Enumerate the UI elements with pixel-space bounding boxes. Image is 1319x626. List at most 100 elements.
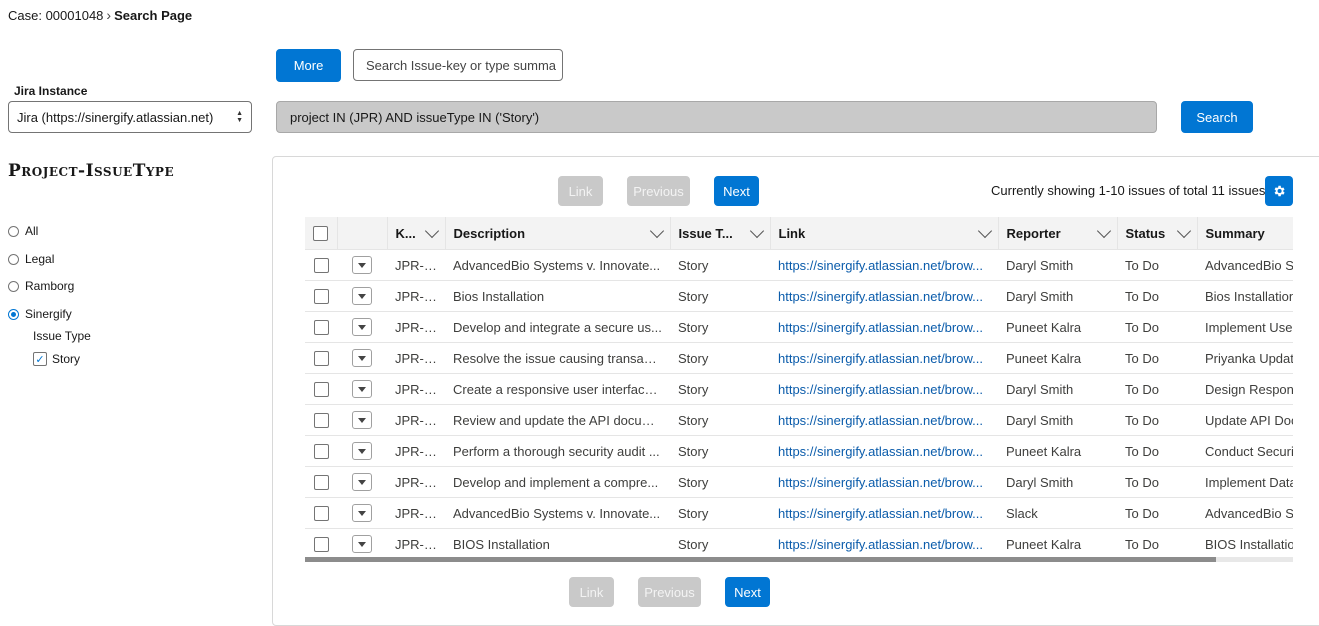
table-row: JPR-41 Review and update the API docum...…	[305, 404, 1293, 436]
row-status: To Do	[1117, 528, 1197, 560]
row-action-cell	[337, 497, 387, 529]
radio-selected-icon[interactable]	[8, 308, 19, 320]
row-menu-chevron-down-icon[interactable]	[352, 256, 372, 274]
next-button-top[interactable]: Next	[714, 176, 759, 206]
chevron-down-icon[interactable]	[977, 223, 992, 238]
radio-label: Ramborg	[25, 279, 75, 293]
column-header-issue-type[interactable]: Issue T...	[670, 217, 771, 250]
row-description: Review and update the API docum...	[445, 404, 670, 436]
row-key: JPR-44	[387, 311, 445, 343]
row-link[interactable]: https://sinergify.atlassian.net/brow...	[770, 280, 998, 312]
row-status: To Do	[1117, 342, 1197, 374]
previous-button-bottom[interactable]: Previous	[638, 577, 701, 607]
row-link[interactable]: https://sinergify.atlassian.net/brow...	[770, 466, 998, 498]
row-menu-chevron-down-icon[interactable]	[352, 380, 372, 398]
table-row: JPR-40 Perform a thorough security audit …	[305, 435, 1293, 467]
issues-table: K... Description Issue T... Link Reporte…	[305, 217, 1293, 561]
link-button-bottom[interactable]: Link	[569, 577, 614, 607]
jql-query-field[interactable]: project IN (JPR) AND issueType IN ('Stor…	[276, 101, 1157, 133]
row-menu-chevron-down-icon[interactable]	[352, 287, 372, 305]
row-menu-chevron-down-icon[interactable]	[352, 535, 372, 553]
row-checkbox[interactable]	[313, 413, 329, 429]
row-menu-chevron-down-icon[interactable]	[352, 349, 372, 367]
chevron-down-icon[interactable]	[1176, 223, 1191, 238]
radio-option-sinergify[interactable]: Sinergify	[8, 307, 72, 321]
row-issue-type: Story	[670, 404, 770, 436]
row-link[interactable]: https://sinergify.atlassian.net/brow...	[770, 249, 998, 281]
radio-option-all[interactable]: All	[8, 224, 38, 238]
row-action-cell	[337, 311, 387, 343]
column-header-reporter[interactable]: Reporter	[998, 217, 1118, 250]
more-button[interactable]: More	[276, 49, 341, 82]
radio-icon[interactable]	[8, 253, 19, 265]
settings-button[interactable]	[1265, 176, 1293, 206]
row-summary: BIOS Installatio	[1197, 528, 1293, 560]
radio-option-ramborg[interactable]: Ramborg	[8, 279, 74, 293]
row-checkbox[interactable]	[313, 475, 329, 491]
radio-label: Sinergify	[25, 307, 72, 321]
row-link[interactable]: https://sinergify.atlassian.net/brow...	[770, 342, 998, 374]
row-checkbox[interactable]	[313, 382, 329, 398]
column-header-link[interactable]: Link	[770, 217, 999, 250]
chevron-down-icon[interactable]	[1096, 223, 1111, 238]
row-action-cell	[337, 404, 387, 436]
checkbox-checked-icon[interactable]: ✓	[33, 352, 47, 366]
row-issue-type: Story	[670, 342, 770, 374]
jira-instance-select[interactable]: Jira (https://sinergify.atlassian.net) ▲…	[8, 101, 252, 133]
column-header-description[interactable]: Description	[445, 217, 671, 250]
row-link[interactable]: https://sinergify.atlassian.net/brow...	[770, 528, 998, 560]
row-select-cell	[305, 497, 337, 529]
row-menu-chevron-down-icon[interactable]	[352, 318, 372, 336]
row-summary: Implement Data	[1197, 466, 1293, 498]
jira-instance-value: Jira (https://sinergify.atlassian.net)	[17, 109, 214, 125]
row-checkbox[interactable]	[313, 320, 329, 336]
row-issue-type: Story	[670, 373, 770, 405]
row-link[interactable]: https://sinergify.atlassian.net/brow...	[770, 497, 998, 529]
row-status: To Do	[1117, 280, 1197, 312]
row-issue-type: Story	[670, 280, 770, 312]
chevron-down-icon[interactable]	[424, 223, 439, 238]
breadcrumb-case[interactable]: Case: 00001048	[8, 8, 103, 23]
radio-option-legal[interactable]: Legal	[8, 252, 54, 266]
row-key: JPR-37	[387, 497, 445, 529]
row-checkbox[interactable]	[313, 506, 329, 522]
next-button-bottom[interactable]: Next	[725, 577, 770, 607]
radio-icon[interactable]	[8, 225, 19, 237]
row-checkbox[interactable]	[313, 258, 329, 274]
row-issue-type: Story	[670, 311, 770, 343]
row-select-cell	[305, 528, 337, 560]
row-menu-chevron-down-icon[interactable]	[352, 411, 372, 429]
chevron-down-icon[interactable]	[649, 223, 664, 238]
row-checkbox[interactable]	[313, 289, 329, 305]
horizontal-scrollbar[interactable]	[305, 557, 1293, 562]
search-button[interactable]: Search	[1181, 101, 1253, 133]
link-button-top[interactable]: Link	[558, 176, 603, 206]
results-count-text: Currently showing 1-10 issues of total 1…	[991, 183, 1266, 198]
issue-type-story[interactable]: ✓ Story	[33, 352, 80, 366]
table-row: JPR-39 Develop and implement a compre... S…	[305, 466, 1293, 498]
chevron-down-icon[interactable]	[749, 223, 764, 238]
row-menu-chevron-down-icon[interactable]	[352, 442, 372, 460]
column-header-status[interactable]: Status	[1117, 217, 1198, 250]
row-checkbox[interactable]	[313, 537, 329, 553]
row-description: Create a responsive user interface ...	[445, 373, 670, 405]
previous-button-top[interactable]: Previous	[627, 176, 690, 206]
table-row: JPR-43 Resolve the issue causing transact…	[305, 342, 1293, 374]
row-link[interactable]: https://sinergify.atlassian.net/brow...	[770, 404, 998, 436]
row-link[interactable]: https://sinergify.atlassian.net/brow...	[770, 311, 998, 343]
row-link[interactable]: https://sinergify.atlassian.net/brow...	[770, 435, 998, 467]
row-issue-type: Story	[670, 466, 770, 498]
column-header-key[interactable]: K...	[387, 217, 446, 250]
search-input[interactable]: Search Issue-key or type summa	[353, 49, 563, 81]
row-menu-chevron-down-icon[interactable]	[352, 473, 372, 491]
radio-label: Legal	[25, 252, 55, 266]
row-link[interactable]: https://sinergify.atlassian.net/brow...	[770, 373, 998, 405]
column-header-summary[interactable]: Summary	[1197, 217, 1293, 250]
select-all-checkbox[interactable]	[313, 225, 329, 241]
row-checkbox[interactable]	[313, 351, 329, 367]
radio-icon[interactable]	[8, 280, 19, 292]
row-menu-chevron-down-icon[interactable]	[352, 504, 372, 522]
scrollbar-thumb[interactable]	[305, 557, 1216, 562]
row-checkbox[interactable]	[313, 444, 329, 460]
row-description: AdvancedBio Systems v. Innovate...	[445, 497, 670, 529]
